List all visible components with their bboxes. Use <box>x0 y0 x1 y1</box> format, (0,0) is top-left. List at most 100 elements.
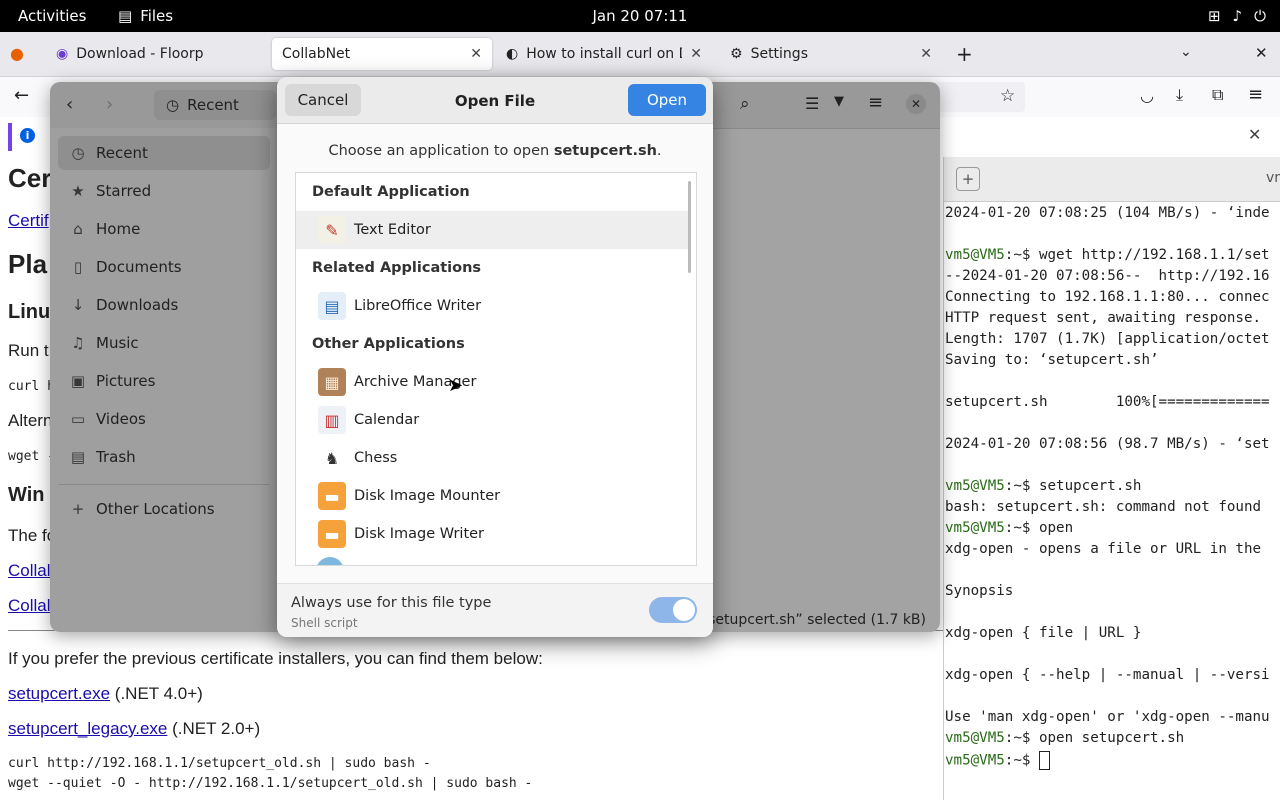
downloads-icon[interactable]: ⤓ <box>1176 85 1183 105</box>
file-type-label: Shell script <box>291 616 358 630</box>
app-menu[interactable]: ▤ Files <box>118 7 173 25</box>
wget-command: wget - <box>8 449 55 464</box>
curl-old-command: curl http://192.168.1.1/setupcert_old.sh… <box>8 756 431 771</box>
alternative-text: Altern <box>8 411 53 430</box>
terminal-line: 2024-01-20 07:08:25 (104 MB/s) - ‘inde <box>945 205 1270 221</box>
prompt-suffix: . <box>656 143 662 159</box>
app-row-disk-image-mounter[interactable]: ▬ Disk Image Mounter <box>296 477 690 515</box>
windows-heading: Win <box>8 484 45 506</box>
dialog-footer: Always use for this file type Shell scri… <box>277 583 713 637</box>
archive-manager-icon: ▦ <box>318 368 346 396</box>
curl-command: curl h <box>8 379 55 394</box>
terminal-line: xdg-open { --help | --manual | --versi <box>945 667 1270 683</box>
calendar-icon: ▥ <box>318 406 346 434</box>
app-name: Disk Image Mounter <box>354 488 501 504</box>
always-use-switch[interactable] <box>649 597 697 623</box>
text-editor-icon: ✎ <box>318 216 346 244</box>
terminal-line: vm5@VM5:~$ <box>945 751 1050 770</box>
page-heading: Cer <box>8 163 52 193</box>
gnome-top-bar: Activities ▤ Files Jan 20 07:11 ⊞ ♪ ⏻ <box>0 0 1280 32</box>
hamburger-menu-icon[interactable]: ≡ <box>1248 84 1263 105</box>
application-list[interactable]: Default Application ✎ Text Editor Related… <box>295 172 697 566</box>
terminal-command: :~$ wget http://192.168.1.1/set <box>1004 247 1270 263</box>
system-tray[interactable]: ⊞ ♪ ⏻ <box>1208 7 1266 25</box>
terminal-command: :~$ <box>1004 752 1039 769</box>
clock[interactable]: Jan 20 07:11 <box>0 7 1280 25</box>
close-tab-icon[interactable]: ✕ <box>920 46 932 62</box>
terminal-command: :~$ open setupcert.sh <box>1004 730 1185 746</box>
extensions-icon[interactable]: ⧉ <box>1212 85 1223 105</box>
terminal-line: Use 'man xdg-open' or 'xdg-open --manu <box>945 709 1270 725</box>
terminal-line: setupcert.sh 100%[============= <box>945 394 1270 410</box>
switch-knob <box>673 599 695 621</box>
close-notification-icon[interactable]: ✕ <box>1248 125 1261 144</box>
wget-old-command: wget --quiet -O - http://192.168.1.1/set… <box>8 776 533 791</box>
close-tab-icon[interactable]: ✕ <box>690 46 702 62</box>
terminal-line: Connecting to 192.168.1.1:80... connec <box>945 289 1270 305</box>
open-button[interactable]: Open <box>628 84 706 116</box>
terminal-line: Saving to: ‘setupcert.sh’ <box>945 352 1159 368</box>
gear-icon: ⚙ <box>730 46 743 62</box>
terminal-prompt-user: vm5@VM5 <box>945 520 1005 536</box>
new-tab-button[interactable]: + <box>956 42 973 66</box>
platform-heading: Pla <box>8 249 48 279</box>
tab-download-floorp[interactable]: ◉ Download - Floorp <box>46 38 268 70</box>
cert-link[interactable]: Certif <box>8 211 49 231</box>
collabnet-link-1[interactable]: Collal <box>8 561 51 581</box>
close-tab-icon[interactable]: ✕ <box>470 46 482 62</box>
tab-collabnet[interactable]: CollabNet ✕ <box>272 38 492 70</box>
terminal-prompt-user: vm5@VM5 <box>945 478 1005 494</box>
app-row-chess[interactable]: ♞ Chess <box>296 439 690 477</box>
collabnet-link-2[interactable]: Collal <box>8 596 51 616</box>
terminal-line: HTTP request sent, awaiting response. <box>945 310 1262 326</box>
partial-app-icon <box>316 557 344 565</box>
libreoffice-writer-icon: ▤ <box>318 292 346 320</box>
app-row-text-editor[interactable]: ✎ Text Editor <box>296 211 690 249</box>
dialog-header-bar: Cancel Open File Open <box>277 77 713 124</box>
linux-heading: Linu <box>8 301 51 323</box>
notification-accent <box>8 123 12 151</box>
app-row-disk-image-writer[interactable]: ▬ Disk Image Writer <box>296 515 690 553</box>
power-icon: ⏻ <box>1254 7 1266 25</box>
prompt-prefix: Choose an application to open <box>328 143 554 159</box>
tab-install-curl[interactable]: ◐ How to install curl on Deb ✕ <box>496 38 712 70</box>
chess-icon: ♞ <box>318 444 346 472</box>
tab-label: How to install curl on Deb <box>526 46 682 62</box>
disk-image-mounter-icon: ▬ <box>318 482 346 510</box>
app-name: Chess <box>354 450 398 466</box>
setupcert-legacy-link[interactable]: setupcert_legacy.exe <box>8 719 167 738</box>
info-icon: i <box>20 128 35 143</box>
terminal-command: :~$ open <box>1004 520 1074 536</box>
open-file-dialog: Cancel Open File Open Choose an applicat… <box>277 77 713 637</box>
terminal-line: Synopsis <box>945 583 1014 599</box>
app-row-libreoffice-writer[interactable]: ▤ LibreOffice Writer <box>296 287 690 325</box>
app-row-archive-manager[interactable]: ▦ Archive Manager <box>296 363 690 401</box>
always-use-label: Always use for this file type <box>291 595 492 611</box>
url-bar[interactable]: ☆ <box>930 82 1025 112</box>
terminal-line: 2024-01-20 07:08:56 (98.7 MB/s) - ‘set <box>945 436 1270 452</box>
terminal-prompt-user: vm5@VM5 <box>945 730 1005 746</box>
files-app-icon: ▤ <box>118 7 133 25</box>
list-scrollbar[interactable] <box>688 181 691 273</box>
close-window-icon[interactable]: ✕ <box>1255 44 1268 62</box>
terminal-window[interactable]: + vn 2024-01-20 07:08:25 (104 MB/s) - ‘i… <box>943 157 1280 800</box>
back-arrow-icon[interactable]: ← <box>14 85 29 106</box>
terminal-line: vm5@VM5:~$ wget http://192.168.1.1/set <box>945 247 1270 263</box>
activities-button[interactable]: Activities <box>18 7 86 25</box>
bookmark-star-icon[interactable]: ☆ <box>1000 86 1015 106</box>
app-name: Files <box>140 7 174 25</box>
terminal-prompt-user: vm5@VM5 <box>945 247 1005 263</box>
app-name: LibreOffice Writer <box>354 298 482 314</box>
tab-list-chevron-icon[interactable]: ⌄ <box>1180 44 1192 60</box>
setupcert-exe-link[interactable]: setupcert.exe <box>8 684 110 703</box>
new-terminal-tab-icon[interactable]: + <box>956 167 980 191</box>
tab-label: Download - Floorp <box>76 46 204 62</box>
pocket-icon[interactable]: ◡ <box>1140 86 1154 105</box>
app-name: Calendar <box>354 412 420 428</box>
mouse-pointer-icon: ➤ <box>448 375 464 396</box>
app-row-calendar[interactable]: ▥ Calendar <box>296 401 690 439</box>
dialog-prompt: Choose an application to open setupcert.… <box>277 143 713 159</box>
floorp-logo-icon[interactable]: ● <box>10 44 24 63</box>
cancel-button[interactable]: Cancel <box>285 84 361 116</box>
tab-settings[interactable]: ⚙ Settings ✕ <box>720 38 942 70</box>
